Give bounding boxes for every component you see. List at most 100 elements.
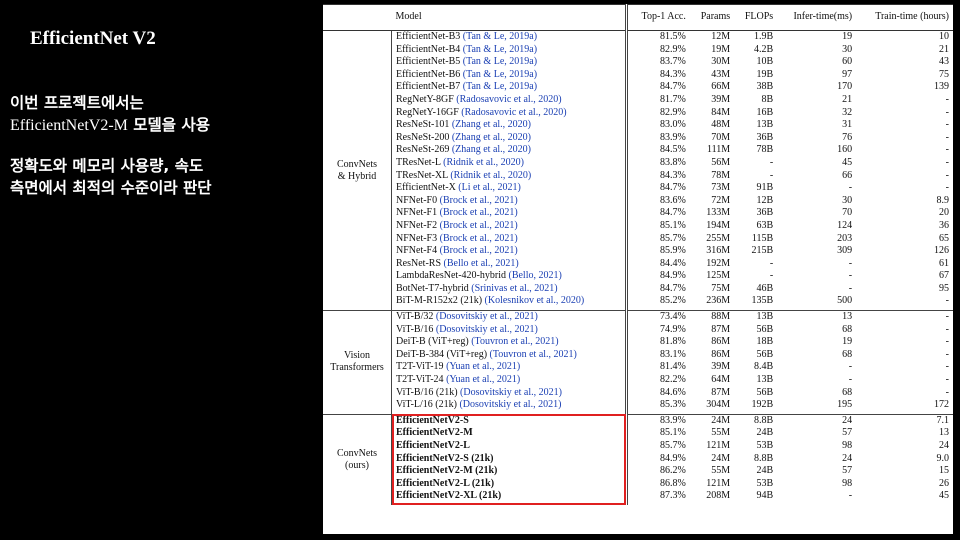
params-cell: 39M [711,361,731,373]
group-label-line: ConvNets [337,447,377,459]
acc-cell: 84.7% [624,207,690,220]
model-cell: EfficientNetV2-L [392,440,627,453]
bullet-line: 측면에서 최적의 수준이라 판단 [10,179,212,197]
infer-cell: - [848,270,853,282]
params-cell: 86M [711,336,731,348]
model-cell: ViT-B/16 (Dosovitskiy et al., 2021) [392,324,627,337]
model-cell: EfficientNet-B6 (Tan & Le, 2019a) [392,69,627,82]
model-cell: EfficientNet-B4 (Tan & Le, 2019a) [392,44,627,57]
params-cell: 24M [711,452,731,464]
params-cell: 208M [706,490,731,502]
table-row: RegNetY-16GF (Radosavovic et al., 2020) 8… [323,106,953,120]
infer-cell: 68 [842,323,853,335]
model-cell: EfficientNet-X (Li et al., 2021) [392,182,627,195]
train-cell: 45 [939,490,949,502]
infer-cell: 98 [842,440,853,451]
table-row: EfficientNet-B4 (Tan & Le, 2019a) 82.9% 19… [323,43,953,57]
flops-cell: 13B [756,119,774,131]
params-cell: 84M [711,106,731,118]
train-cell: 75 [939,68,949,80]
flops-cell: 8.8B [754,452,774,464]
flops-cell: 24B [756,465,774,477]
model-name: RegNetY-8GF [396,93,454,105]
model-name: EfficientNetV2-M (21k) [396,465,498,477]
infer-cell: - [848,282,853,294]
model-cell: BotNet-T7-hybrid (Srinivas et al., 2021) [392,283,627,296]
model-name: EfficientNet-B4 [396,43,461,55]
acc-cell: 83.9% [624,413,690,428]
model-cell: EfficientNetV2-S [391,413,627,428]
infer-cell: - [848,490,853,502]
infer-cell: - [848,361,853,373]
flops-cell: 53B [756,440,774,451]
model-cell: ResNeSt-200 (Zhang et al., 2020) [392,132,627,145]
flops-cell: 78B [756,144,774,156]
infer-cell: 160 [837,144,853,156]
model-name: ViT-L/16 (21k) [396,399,457,411]
train-cell: 21 [939,43,949,55]
train-cell: - [945,323,949,335]
infer-cell: 203 [837,232,853,244]
params-cell: 86M [711,348,731,360]
params-cell: 43M [711,68,731,80]
citation: (Tan & Le, 2019a) [462,81,538,93]
model-name: EfficientNetV2-L [396,440,470,451]
model-name: EfficientNet-B7 [396,81,461,93]
model-cell: ViT-L/16 (21k) (Dosovitskiy et al., 2021… [392,399,627,414]
train-cell: - [945,182,949,194]
flops-cell: 115B [751,232,774,244]
bullet-reason: 정확도와 메모리 사용량, 속도 측면에서 최적의 수준이라 판단 [10,155,310,199]
acc-cell: 83.1% [624,348,690,362]
params-cell: 70M [711,131,731,143]
model-name: ResNeSt-200 [396,131,450,143]
acc-cell: 85.3% [624,399,690,415]
train-cell: 10 [856,29,953,44]
table-row: ViT-L/16 (21k) (Dosovitskiy et al., 2021… [323,399,953,415]
table-row: NFNet-F1 (Brock et al., 2021) 84.7% 133M 36… [323,207,953,220]
citation: (Yuan et al., 2021) [446,374,521,386]
params-cell: 64M [711,374,731,386]
train-cell: 95 [939,282,949,294]
flops-cell: 1.9B [734,29,778,44]
group-label-line: Vision [343,350,371,362]
slide-title: EfficientNet V2 [30,28,156,49]
model-cell: T2T-ViT-19 (Yuan et al., 2021) [392,361,627,374]
table-row: NFNet-F2 (Brock et al., 2021) 85.1% 194M 63… [323,219,953,233]
flops-cell: - [769,169,774,181]
train-cell: - [856,310,953,324]
acc-cell: 84.7% [624,282,690,296]
infer-cell: 60 [842,56,853,68]
flops-cell: 36B [756,131,774,143]
model-cell: TResNet-XL (Ridnik et al., 2020) [392,170,627,183]
table-body: ConvNets & Hybrid EfficientNet-B3 (Tan & L… [323,29,953,505]
model-name: NFNet-F4 [396,245,438,257]
train-cell: - [945,295,949,307]
citation: (Dosovitskiy et al., 2021) [435,311,538,323]
params-cell: 316M [706,245,731,257]
infer-cell: 19 [842,336,853,348]
model-cell: EfficientNetV2-L (21k) [392,478,627,491]
model-cell: EfficientNet-B5 (Tan & Le, 2019a) [392,56,627,69]
flops-cell: 192B [751,399,774,411]
acc-cell: 74.9% [624,323,690,337]
table-row: BotNet-T7-hybrid (Srinivas et al., 2021)… [323,282,953,296]
citation: (Zhang et al., 2020) [451,144,531,156]
infer-cell: 57 [842,427,853,439]
flops-cell: - [769,270,774,282]
acc-cell: 81.4% [624,361,690,375]
params-cell: 30M [711,56,731,68]
train-cell: - [945,156,949,168]
infer-cell: 195 [837,399,853,411]
citation: (Li et al., 2021) [458,182,521,194]
acc-cell: 81.5% [624,29,690,44]
params-cell: 192M [706,257,731,269]
flops-cell: 63B [756,219,774,231]
flops-cell: 16B [756,106,774,118]
model-cell: RegNetY-8GF (Radosavovic et al., 2020) [392,94,627,107]
acc-cell: 82.9% [624,106,690,120]
model-name: EfficientNet-B3 [396,31,461,42]
group-label-line: (ours) [345,459,369,471]
infer-cell: - [848,257,853,269]
table-row: ConvNets & Hybrid EfficientNet-B3 (Tan & L… [323,29,953,311]
citation: (Kolesnikov et al., 2020) [484,295,585,307]
